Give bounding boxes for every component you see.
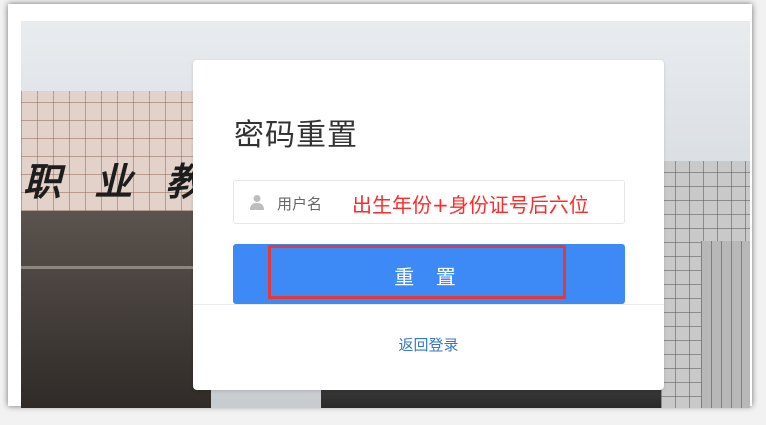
background-building-left-lower — [21, 211, 211, 408]
username-label: 用户名 — [277, 195, 323, 213]
username-hint-text: 出生年份+身份证号后六位 — [352, 193, 589, 217]
reset-button[interactable]: 重 置 — [233, 244, 625, 304]
background-sign-text: 职 业 教 — [23, 159, 214, 204]
username-input[interactable]: 用户名 出生年份+身份证号后六位 — [233, 180, 625, 224]
page-title: 密码重置 — [234, 118, 358, 153]
back-to-login-link[interactable]: 返回登录 — [193, 334, 664, 355]
card-divider — [193, 304, 664, 305]
reset-password-card: 密码重置 用户名 出生年份+身份证号后六位 重 置 返回登录 — [193, 60, 664, 390]
reset-button-label: 重 置 — [394, 267, 464, 289]
screenshot-frame: 职 业 教 密码重置 用户名 出生年份+身份证号后六位 重 置 返回登录 — [8, 4, 752, 408]
user-icon — [250, 195, 264, 210]
background-building-right-near — [701, 241, 750, 408]
